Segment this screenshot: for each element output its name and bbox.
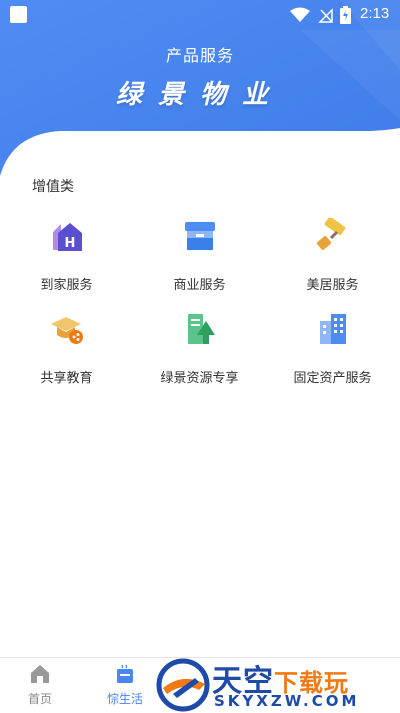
home-icon xyxy=(31,665,49,683)
watermark: 天空下载玩 SKYXZW.COM xyxy=(150,658,400,712)
nav-item-home[interactable]: 首页 xyxy=(0,664,80,707)
home-service-icon: H xyxy=(52,223,82,251)
status-time: 2:13 xyxy=(360,5,390,22)
graduation-cap-icon xyxy=(50,317,83,344)
signal-icon xyxy=(318,8,333,23)
watermark-logo-icon xyxy=(156,658,210,712)
watermark-en-text: SKYXZW.COM xyxy=(214,692,360,710)
battery-icon xyxy=(340,6,351,24)
page-title: 产品服务 xyxy=(165,46,234,65)
office-building-icon xyxy=(319,314,346,344)
service-label: 共享教育 xyxy=(40,371,93,386)
paint-roller-icon xyxy=(316,218,345,250)
service-item-home[interactable]: H 到家服务 xyxy=(0,218,133,293)
svg-text:H: H xyxy=(64,236,75,251)
nav-label: 首页 xyxy=(27,692,52,706)
section-title: 增值类 xyxy=(32,179,74,195)
service-label: 固定资产服务 xyxy=(293,371,372,386)
service-item-education[interactable]: 共享教育 xyxy=(0,311,133,386)
building-tree-icon xyxy=(187,314,215,344)
cup-icon xyxy=(117,664,133,683)
brand-title: 绿景物业 xyxy=(115,80,284,110)
service-item-home-decor[interactable]: 美居服务 xyxy=(266,218,399,293)
store-icon xyxy=(184,222,215,250)
service-label: 美居服务 xyxy=(306,278,359,293)
service-label: 绿景资源专享 xyxy=(160,371,239,386)
service-item-resources[interactable]: 绿景资源专享 xyxy=(133,311,266,386)
notification-icon xyxy=(10,6,27,23)
wifi-icon xyxy=(290,7,310,22)
status-bar: 2:13 xyxy=(0,0,400,30)
service-item-business[interactable]: 商业服务 xyxy=(133,218,266,293)
header: 2:13 产品服务 绿景物业 xyxy=(0,0,400,185)
service-label: 到家服务 xyxy=(40,278,93,293)
service-label: 商业服务 xyxy=(173,278,226,293)
service-item-fixed-assets[interactable]: 固定资产服务 xyxy=(266,311,399,386)
